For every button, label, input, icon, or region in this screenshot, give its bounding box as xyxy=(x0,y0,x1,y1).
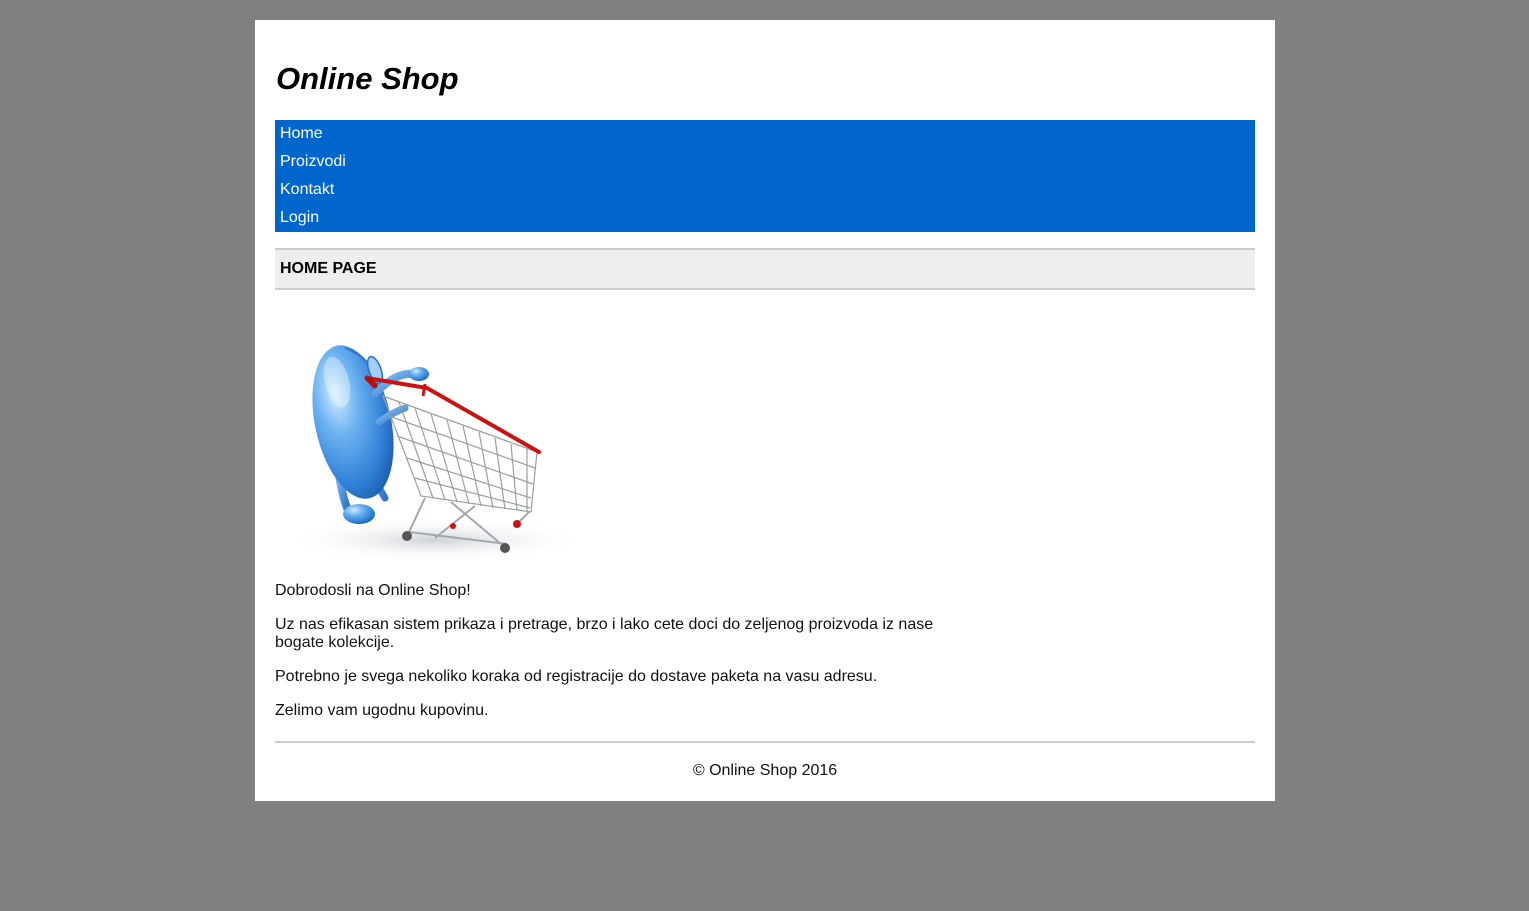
search-paragraph: Uz nas efikasan sistem prikaza i pretrag… xyxy=(275,616,934,651)
hero-image xyxy=(275,312,585,562)
nav-item-proizvodi[interactable]: Proizvodi xyxy=(275,148,1255,176)
closing-paragraph: Zelimo vam ugodnu kupovinu. xyxy=(275,702,489,719)
page-heading: HOME PAGE xyxy=(280,260,377,277)
main-nav: Home Proizvodi Kontakt Login xyxy=(275,120,1255,232)
welcome-paragraph: Dobrodosli na Online Shop! xyxy=(275,582,471,599)
page-container: Online Shop Home Proizvodi Kontakt Login… xyxy=(255,20,1275,801)
footer-divider xyxy=(275,741,1255,743)
site-title: Online Shop xyxy=(276,61,459,96)
nav-item-kontakt[interactable]: Kontakt xyxy=(275,176,1255,204)
nav-item-home[interactable]: Home xyxy=(275,120,1255,148)
mouse-cart-illustration xyxy=(285,345,585,562)
steps-paragraph: Potrebno je svega nekoliko koraka od reg… xyxy=(275,668,878,685)
footer-copyright: © Online Shop 2016 xyxy=(692,762,838,779)
welcome-content: Dobrodosli na Online Shop! Uz nas efikas… xyxy=(275,582,955,736)
nav-item-login[interactable]: Login xyxy=(275,204,1255,232)
page-heading-bar: HOME PAGE xyxy=(275,248,1255,290)
